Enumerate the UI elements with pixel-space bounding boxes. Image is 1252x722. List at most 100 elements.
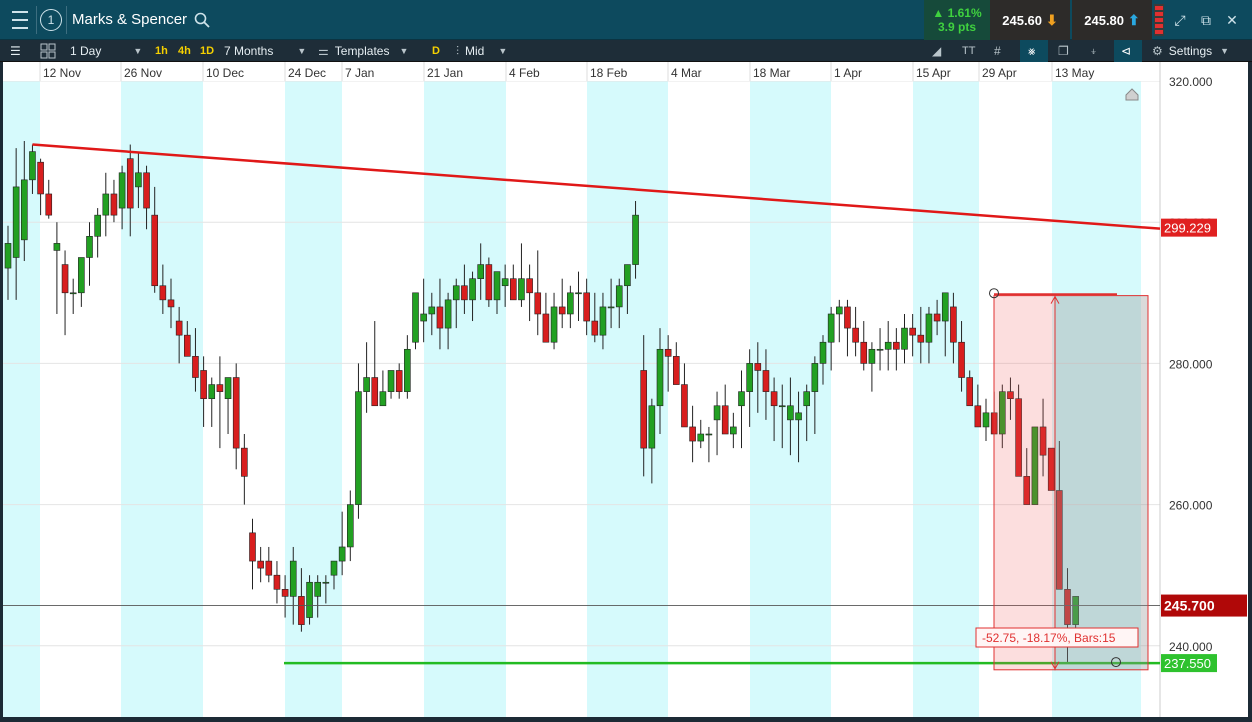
indicator-icon[interactable]: ⍖ — [1090, 40, 1097, 62]
search-icon[interactable] — [194, 12, 210, 28]
candle-down — [232, 377, 240, 449]
y-axis-label: 240.000 — [1169, 640, 1213, 654]
support-price-tag: 237.550 — [1164, 656, 1211, 671]
candle-down — [281, 589, 289, 597]
candle-up — [135, 172, 142, 188]
candle-down — [216, 384, 224, 392]
candle-up — [730, 426, 737, 435]
x-axis-label: 1 Apr — [834, 66, 862, 80]
x-axis-label: 15 Apr — [916, 66, 951, 80]
settings-label: Settings — [1168, 44, 1213, 58]
change-percent: 1.61% — [947, 6, 982, 20]
candlestick-chart[interactable]: 12 Nov 26 Nov 10 Dec 24 Dec 7 Jan 21 Jan 4 Feb… — [0, 62, 1252, 722]
range-select[interactable]: 7 Months ▼ — [224, 40, 306, 62]
candle-down — [640, 370, 648, 449]
candle-down — [770, 391, 778, 407]
candle-down — [175, 320, 183, 336]
candle-up — [632, 214, 639, 265]
instrument-title[interactable]: Marks & Spencer — [72, 11, 187, 28]
candle-up — [330, 560, 338, 576]
candle-up — [982, 412, 990, 428]
candle-up — [289, 560, 297, 597]
candle-up — [567, 292, 574, 315]
templates-icon: ⚌ — [318, 44, 329, 58]
candle-down — [591, 320, 599, 336]
candle-down — [509, 278, 517, 301]
candle-up — [322, 581, 330, 584]
candle-down — [192, 356, 199, 378]
x-axis-label: 18 Mar — [753, 66, 790, 80]
candle-up — [355, 391, 362, 505]
candle-down — [958, 341, 965, 378]
candle-down — [672, 356, 680, 385]
crosshair-tool-icon[interactable]: ⨳ — [1020, 40, 1048, 62]
menu-icon[interactable] — [6, 5, 34, 35]
templates-select[interactable]: ⚌ Templates ▼ — [318, 40, 408, 62]
x-axis-label: 12 Nov — [43, 66, 81, 80]
candle-down — [917, 334, 925, 343]
x-axis-label: 21 Jan — [427, 66, 463, 80]
candle-up — [876, 348, 884, 351]
candle-up — [778, 405, 786, 408]
info-badge-icon[interactable]: 1 — [40, 9, 62, 31]
candle-up — [387, 370, 395, 392]
y-axis-label: 280.000 — [1169, 357, 1213, 371]
candle-up — [420, 313, 427, 322]
candle-type-icon: ⫶ — [456, 43, 460, 58]
candle-down — [371, 377, 379, 407]
list-icon[interactable]: ☰ — [10, 40, 21, 62]
divider — [36, 6, 37, 34]
close-icon[interactable]: ✕ — [1224, 12, 1240, 28]
interval-select[interactable]: 1 Day ▼ — [70, 40, 142, 62]
price-chart[interactable]: 12 Nov 26 Nov 10 Dec 24 Dec 7 Jan 21 Jan 4 Feb… — [0, 62, 1252, 722]
grid-icon[interactable]: # — [994, 40, 1001, 62]
popout-icon[interactable]: ⧉ — [1198, 12, 1214, 28]
candle-up — [452, 285, 460, 301]
draw-line-icon[interactable]: ◢ — [932, 40, 941, 62]
candle-down — [558, 306, 566, 315]
candle-up — [835, 306, 843, 315]
candle-up — [868, 348, 876, 364]
candle-down — [257, 560, 264, 569]
change-points: 3.9 pts — [937, 20, 976, 34]
candle-up — [314, 581, 322, 597]
candle-up — [941, 292, 949, 322]
y-axis-background — [1160, 62, 1248, 717]
arrow-down-icon: ⬇ — [1046, 11, 1058, 28]
candle-up — [224, 377, 232, 399]
layout-icon[interactable] — [40, 43, 56, 59]
settings-button[interactable]: ⚙ Settings ▼ — [1152, 40, 1229, 62]
text-tool-icon[interactable]: TT — [962, 40, 975, 62]
price-type-select[interactable]: ⫶ Mid ▼ — [456, 40, 507, 62]
up-triangle-icon: ▲ — [932, 6, 945, 20]
templates-label: Templates — [334, 44, 390, 58]
divider — [66, 6, 67, 34]
x-axis-label: 4 Feb — [509, 66, 540, 80]
interval-4h-button[interactable]: 4h — [178, 40, 191, 62]
interval-1d-button[interactable]: 1D — [200, 40, 214, 62]
buy-button[interactable]: 245.80 ⬆ — [1072, 0, 1152, 40]
candle-up — [338, 546, 346, 562]
gear-icon: ⚙ — [1152, 44, 1163, 58]
interval-1h-button[interactable]: 1h — [155, 40, 168, 62]
candle-up — [428, 306, 436, 315]
sell-button[interactable]: 245.60 ⬇ — [990, 0, 1070, 40]
current-price-tag: 245.700 — [1164, 598, 1215, 614]
candle-up — [787, 405, 794, 421]
candle-up — [746, 363, 753, 392]
candle-up — [412, 292, 419, 343]
candle-up — [306, 581, 313, 618]
candle-down — [143, 172, 150, 209]
title-bar: 1 Marks & Spencer ▲ 1.61% 3.9 pts 245.60… — [0, 0, 1252, 40]
interval-label: 1 Day — [70, 44, 102, 58]
tag-tool-icon[interactable]: ⊲ — [1114, 40, 1142, 62]
expand-icon[interactable]: ⤢ — [1172, 12, 1188, 28]
buy-price: 245.80 — [1084, 12, 1125, 28]
measure-range-left — [993, 295, 1056, 671]
candle-up — [803, 391, 811, 407]
price-change-panel: ▲ 1.61% 3.9 pts — [924, 0, 990, 40]
copy-icon[interactable]: ❐ — [1058, 40, 1069, 62]
candle-up — [648, 405, 656, 449]
candle-down — [61, 264, 69, 294]
x-axis-label: 10 Dec — [206, 66, 244, 80]
